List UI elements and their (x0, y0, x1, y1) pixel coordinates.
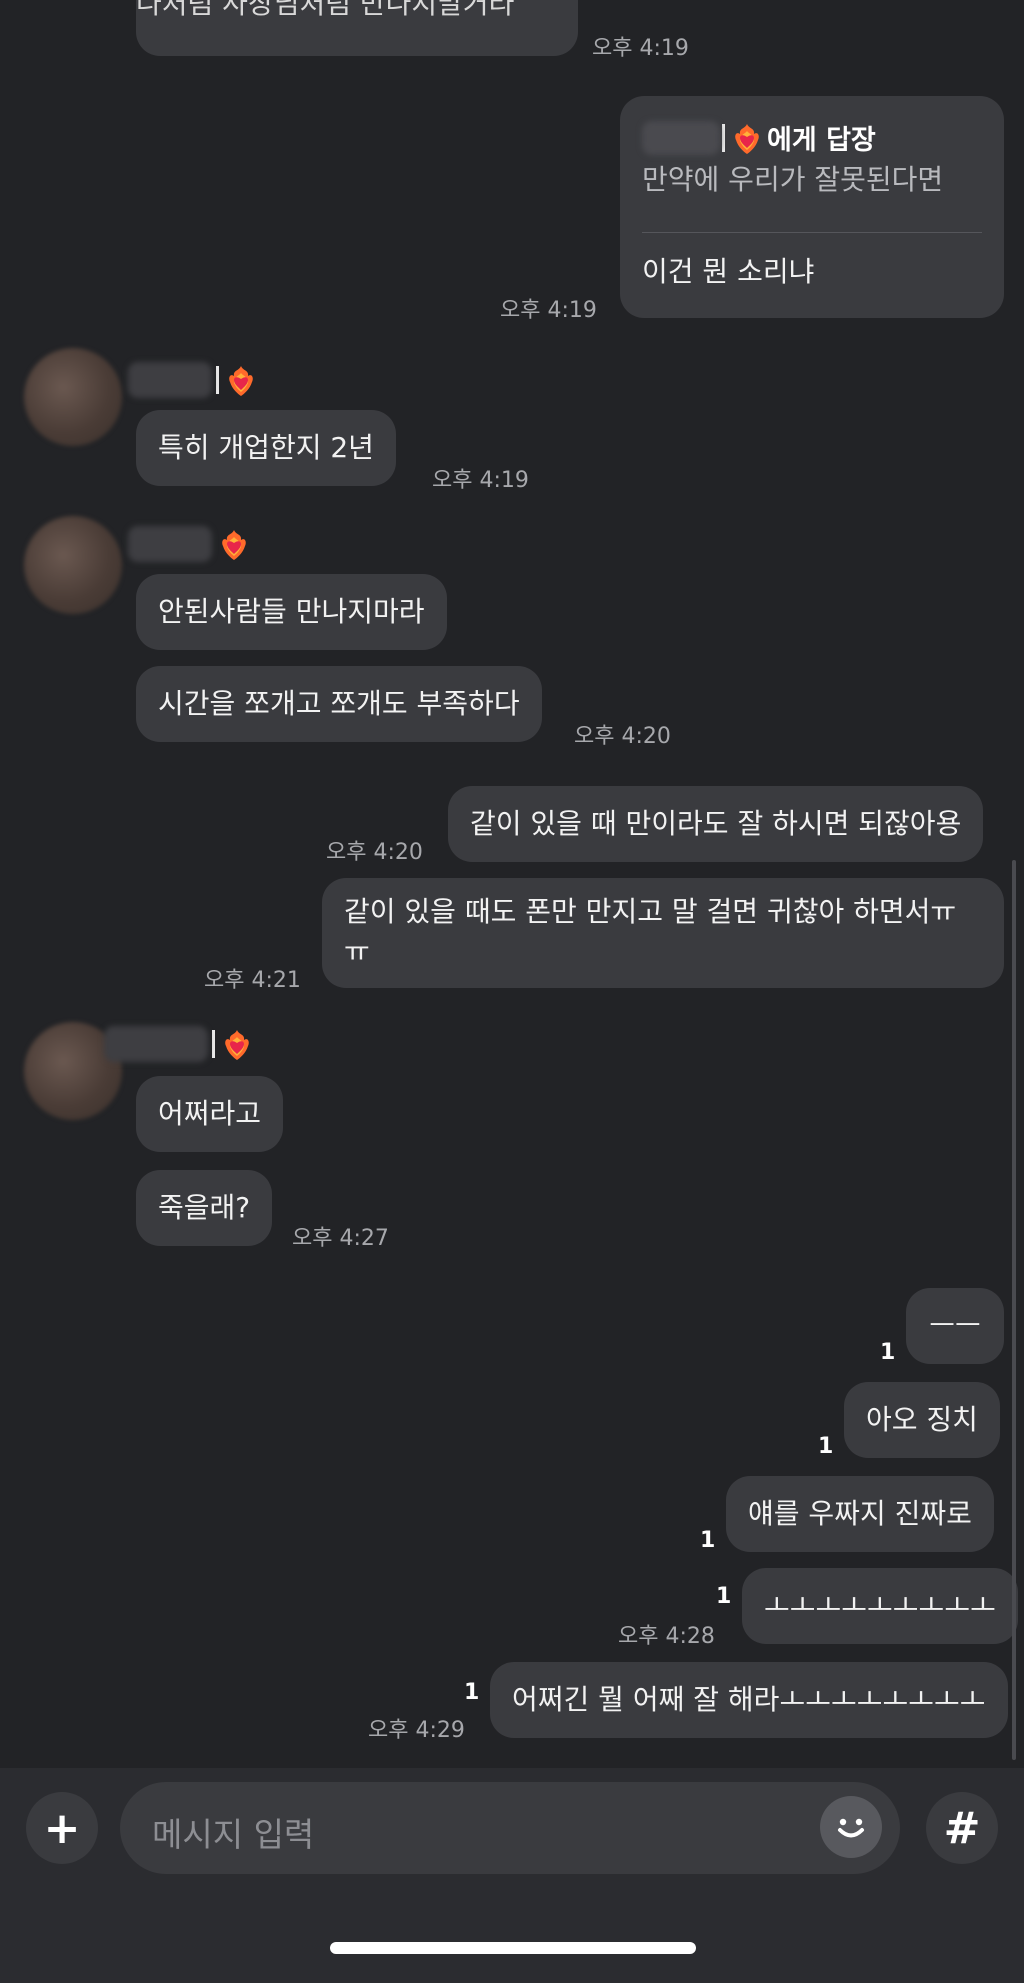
burning-heart-icon (225, 1030, 249, 1060)
add-attachment-button[interactable]: + (26, 1792, 98, 1864)
message-bubble[interactable]: ㅡㅡ (906, 1288, 1004, 1364)
burning-heart-icon (222, 530, 246, 560)
message-time: 오후 4:27 (292, 1226, 389, 1251)
message-bubble[interactable]: 특히 개업한지 2년 (136, 410, 396, 486)
reply-header: 에게 답장 (642, 118, 876, 157)
blurred-name (128, 362, 212, 398)
message-time: 오후 4:19 (432, 468, 529, 493)
plus-icon: + (43, 1802, 81, 1854)
avatar[interactable] (24, 348, 122, 446)
message-bubble[interactable]: 시간을 쪼개고 쪼개도 부족하다 (136, 666, 542, 742)
message-time: 오후 4:20 (574, 724, 671, 749)
scrollbar[interactable] (1012, 860, 1016, 1760)
message-time: 오후 4:21 (204, 968, 301, 993)
sender-name (128, 362, 259, 402)
reply-quote-text: 만약에 우리가 잘못된다면 (642, 163, 944, 196)
message-time: 오후 4:19 (592, 36, 689, 61)
hashtag-button[interactable]: # (926, 1792, 998, 1864)
sender-name (104, 1026, 255, 1066)
avatar[interactable] (24, 516, 122, 614)
burning-heart-icon (229, 366, 253, 396)
message-time: 오후 4:20 (326, 840, 423, 865)
unread-count: 1 (464, 1680, 480, 1705)
message-text-line: 같이 있을 때도 폰만 만지고 말 걸면 귀찮아 하면서ㅠ (344, 895, 957, 928)
message-text-cutoff: 나처럼 사장님처럼 만나지말거라 (136, 0, 515, 20)
unread-count: 1 (880, 1340, 896, 1365)
message-bubble[interactable]: 아오 징치 (844, 1382, 1000, 1458)
emoji-button[interactable] (820, 1796, 882, 1858)
blurred-name (104, 1026, 208, 1062)
smile-icon (838, 1818, 864, 1838)
message-time: 오후 4:19 (500, 298, 597, 323)
burning-heart-icon (735, 123, 759, 154)
chat-area[interactable]: 나처럼 사장님처럼 만나지말거라 오후 4:19 에게 답장 만약에 우리가 잘… (0, 0, 1024, 1768)
blurred-name (128, 526, 212, 562)
unread-count: 1 (716, 1584, 732, 1609)
message-bubble[interactable]: 안된사람들 만나지마라 (136, 574, 447, 650)
message-bubble[interactable]: 어쩌긴 뭘 어째 잘 해라ㅗㅗㅗㅗㅗㅗㅗㅗ (490, 1662, 1008, 1738)
sender-name (128, 526, 252, 566)
message-bubble[interactable]: ㅗㅗㅗㅗㅗㅗㅗㅗㅗ (742, 1568, 1018, 1644)
message-bubble[interactable]: 어쩌라고 (136, 1076, 284, 1152)
reply-header-label: 에게 답장 (767, 125, 876, 156)
blurred-name (642, 120, 720, 155)
message-bubble[interactable]: 같이 있을 때도 폰만 만지고 말 걸면 귀찮아 하면서ㅠ ㅠ (322, 878, 1004, 988)
home-indicator[interactable] (330, 1942, 696, 1954)
message-input[interactable]: 메시지 입력 (120, 1782, 900, 1874)
message-bubble[interactable]: 죽을래? (136, 1170, 273, 1246)
hash-icon: # (943, 1802, 981, 1854)
reply-message-bubble[interactable]: 에게 답장 만약에 우리가 잘못된다면 이건 뭔 소리냐 (620, 96, 1004, 318)
message-bubble[interactable]: 같이 있을 때 만이라도 잘 하시면 되잖아용 (448, 786, 984, 862)
reply-message-text: 이건 뭔 소리냐 (642, 255, 815, 288)
reply-divider (642, 232, 982, 233)
unread-count: 1 (818, 1434, 834, 1459)
message-text-line: ㅠ (344, 935, 370, 968)
unread-count: 1 (700, 1528, 716, 1553)
message-time: 오후 4:29 (368, 1718, 465, 1743)
message-bubble[interactable]: 얘를 우짜지 진짜로 (726, 1476, 994, 1552)
message-time: 오후 4:28 (618, 1624, 715, 1649)
message-input-placeholder: 메시지 입력 (152, 1815, 315, 1854)
